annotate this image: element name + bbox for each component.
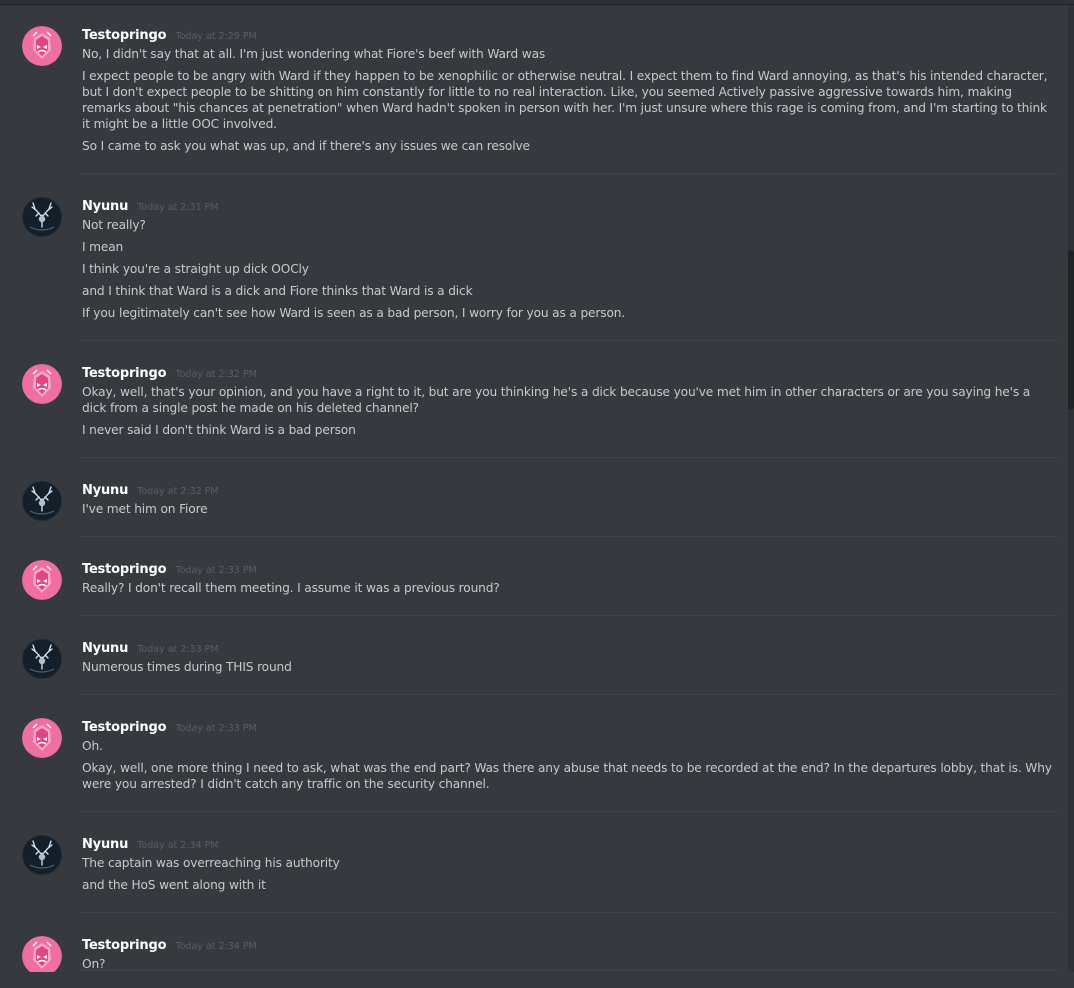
message-header: Testopringo Today at 2:33 PM [82,558,257,578]
avatar[interactable] [22,560,62,600]
message-header: Testopringo Today at 2:34 PM [82,934,257,954]
message-text: Oh. [82,739,103,753]
message-divider [80,173,1058,174]
message-text: I've met him on Fiore [82,502,208,516]
scrollbar[interactable] [1068,5,1074,972]
message-text: I mean [82,240,124,254]
timestamp: Today at 2:33 PM [137,644,219,655]
message-divider [80,536,1058,537]
message-header: Testopringo Today at 2:29 PM [82,24,257,44]
timestamp: Today at 2:32 PM [175,369,257,380]
username[interactable]: Nyunu [82,199,128,214]
username[interactable]: Nyunu [82,641,128,656]
username[interactable]: Nyunu [82,837,128,852]
message-divider [80,811,1058,812]
message-divider [80,340,1058,341]
message-text: I expect people to be angry with Ward if… [82,69,1048,131]
scrollbar-thumb[interactable] [1068,250,1074,410]
timestamp: Today at 2:34 PM [175,941,257,952]
message-divider [80,615,1058,616]
timestamp: Today at 2:33 PM [175,565,257,576]
dark-antler-avatar-icon [22,481,62,521]
avatar[interactable] [22,835,62,875]
dark-antler-avatar-icon [22,835,62,875]
pink-gem-avatar-icon [22,936,62,972]
pink-gem-avatar-icon [22,560,62,600]
message-text: If you legitimately can't see how Ward i… [82,306,626,320]
message-text: Really? I don't recall them meeting. I a… [82,581,500,595]
message-header: Testopringo Today at 2:32 PM [82,362,257,382]
message-text: Okay, well, that's your opinion, and you… [82,385,1031,415]
timestamp: Today at 2:34 PM [137,840,219,851]
username[interactable]: Testopringo [82,28,167,43]
message-text: Numerous times during THIS round [82,660,292,674]
avatar[interactable] [22,197,62,237]
message-list[interactable]: Testopringo Today at 2:29 PM No, I didn'… [0,5,1060,972]
message-text: and the HoS went along with it [82,878,266,892]
username[interactable]: Testopringo [82,720,167,735]
composer-divider [80,970,1058,971]
message-header: Nyunu Today at 2:31 PM [82,195,219,215]
message-text: No, I didn't say that at all. I'm just w… [82,47,546,61]
message-text: So I came to ask you what was up, and if… [82,139,530,153]
timestamp: Today at 2:31 PM [137,202,219,213]
dark-antler-avatar-icon [22,197,62,237]
pink-gem-avatar-icon [22,718,62,758]
pink-gem-avatar-icon [22,364,62,404]
message-header: Testopringo Today at 2:33 PM [82,716,257,736]
message-header: Nyunu Today at 2:34 PM [82,833,219,853]
message-text: and I think that Ward is a dick and Fior… [82,284,473,298]
timestamp: Today at 2:29 PM [175,31,257,42]
message-text: The captain was overreaching his authori… [82,856,340,870]
username[interactable]: Nyunu [82,483,128,498]
username[interactable]: Testopringo [82,938,167,953]
dark-antler-avatar-icon [22,639,62,679]
timestamp: Today at 2:32 PM [137,486,219,497]
message-text: I never said I don't think Ward is a bad… [82,423,356,437]
message-header: Nyunu Today at 2:33 PM [82,637,219,657]
message-text: I think you're a straight up dick OOCly [82,262,309,276]
avatar[interactable] [22,639,62,679]
message-divider [80,912,1058,913]
message-header: Nyunu Today at 2:32 PM [82,479,219,499]
username[interactable]: Testopringo [82,366,167,381]
avatar[interactable] [22,364,62,404]
pink-gem-avatar-icon [22,26,62,66]
avatar[interactable] [22,936,62,972]
timestamp: Today at 2:33 PM [175,723,257,734]
message-divider [80,457,1058,458]
username[interactable]: Testopringo [82,562,167,577]
avatar[interactable] [22,718,62,758]
message-divider [80,694,1058,695]
message-text: Not really? [82,218,146,232]
avatar[interactable] [22,26,62,66]
avatar[interactable] [22,481,62,521]
message-text: Okay, well, one more thing I need to ask… [82,761,1052,791]
